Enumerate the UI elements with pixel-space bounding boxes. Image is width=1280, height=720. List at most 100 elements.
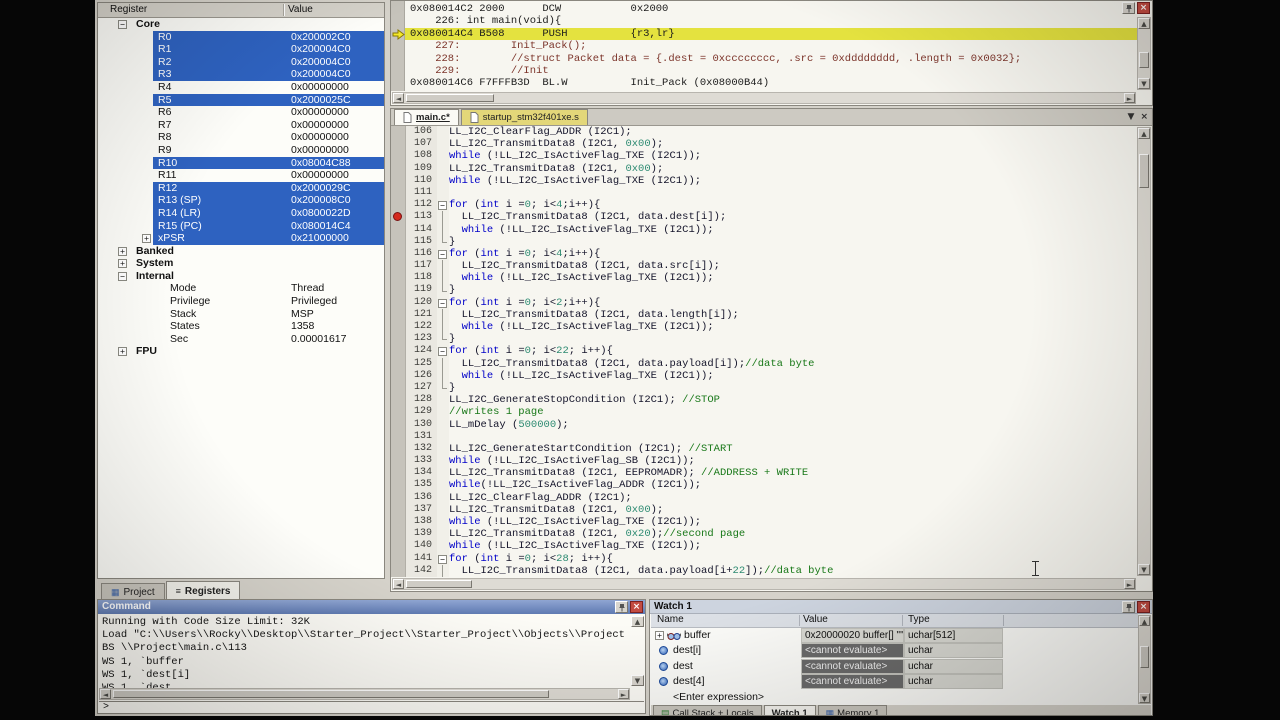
register-row-r3[interactable]: R30x200004C0 <box>98 68 384 81</box>
breakpoint-gutter[interactable] <box>391 565 406 577</box>
pin-icon[interactable] <box>1122 2 1135 14</box>
code-line-112[interactable]: 112−for (int i =0; i<4;i++){ <box>391 199 1137 211</box>
disassembly-line[interactable]: 0x080014C2 2000 DCW 0x2000 <box>391 3 1137 15</box>
expander-icon[interactable]: + <box>118 259 127 268</box>
code-line-119[interactable]: 119} <box>391 284 1137 296</box>
register-row-r1[interactable]: R10x200004C0 <box>98 43 384 56</box>
breakpoint-gutter[interactable] <box>391 260 406 272</box>
register-row-r5[interactable]: R50x2000025C <box>98 94 384 107</box>
scroll-left-icon[interactable]: ◄ <box>100 689 111 699</box>
disassembly-line[interactable]: 227: Init_Pack(); <box>391 40 1137 52</box>
watch-vscrollbar[interactable]: ▲ ▼ <box>1138 615 1151 704</box>
breakpoint-gutter[interactable] <box>391 467 406 479</box>
code-line-140[interactable]: 140while (!LL_I2C_IsActiveFlag_TXE (I2C1… <box>391 540 1137 552</box>
watch-titlebar[interactable]: Watch 1 × <box>650 600 1152 614</box>
close-document-icon[interactable]: × <box>1140 111 1148 123</box>
register-row-system[interactable]: +System <box>98 257 384 270</box>
register-row-r7[interactable]: R70x00000000 <box>98 119 384 132</box>
tab-registers[interactable]: ≡ Registers <box>166 581 241 600</box>
disassembly-line[interactable]: 229: //Init <box>391 65 1137 77</box>
breakpoint-gutter[interactable] <box>391 309 406 321</box>
code-line-130[interactable]: 130LL_mDelay (500000); <box>391 419 1137 431</box>
code-line-121[interactable]: 121 LL_I2C_TransmitData8 (I2C1, data.len… <box>391 309 1137 321</box>
breakpoint-gutter[interactable] <box>391 248 406 260</box>
scroll-up-icon[interactable]: ▲ <box>631 616 644 627</box>
breakpoint-gutter[interactable] <box>391 333 406 345</box>
fold-column[interactable]: − <box>437 345 449 357</box>
register-row-banked[interactable]: +Banked <box>98 245 384 258</box>
breakpoint-gutter[interactable] <box>391 150 406 162</box>
scroll-down-icon[interactable]: ▼ <box>1138 564 1150 575</box>
breakpoint-gutter[interactable] <box>391 479 406 491</box>
code-line-128[interactable]: 128LL_I2C_GenerateStopCondition (I2C1); … <box>391 394 1137 406</box>
scroll-up-icon[interactable]: ▲ <box>1139 616 1150 626</box>
close-icon[interactable]: × <box>630 601 643 613</box>
scroll-down-icon[interactable]: ▼ <box>631 675 644 686</box>
breakpoint-gutter[interactable] <box>391 504 406 516</box>
code-area[interactable]: 106LL_I2C_ClearFlag_ADDR (I2C1);107LL_I2… <box>391 126 1137 577</box>
scroll-right-icon[interactable]: ► <box>1124 93 1135 103</box>
disassembly-hscrollbar[interactable]: ◄ ► <box>392 92 1136 104</box>
breakpoint-gutter[interactable] <box>391 321 406 333</box>
code-line-139[interactable]: 139LL_I2C_TransmitData8 (I2C1, 0x20);//s… <box>391 528 1137 540</box>
watch-value-cell[interactable]: <cannot evaluate> <box>801 643 904 658</box>
tab-list-dropdown-icon[interactable]: ▼ <box>1128 111 1135 123</box>
breakpoint-gutter[interactable] <box>391 175 406 187</box>
breakpoint-gutter[interactable] <box>391 272 406 284</box>
code-line-141[interactable]: 141−for (int i =0; i<28; i++){ <box>391 553 1137 565</box>
register-row-r15-pc[interactable]: R15 (PC)0x080014C4 <box>98 220 384 233</box>
code-line-134[interactable]: 134LL_I2C_TransmitData8 (I2C1, EEPROMADR… <box>391 467 1137 479</box>
register-row-core[interactable]: −Core <box>98 18 384 31</box>
disassembly-margin[interactable] <box>391 1 405 91</box>
register-row-r8[interactable]: R80x00000000 <box>98 131 384 144</box>
disassembly-vscrollbar[interactable]: ▲ ▼ <box>1137 17 1151 90</box>
scroll-left-icon[interactable]: ◄ <box>393 579 404 589</box>
register-row-r6[interactable]: R60x00000000 <box>98 106 384 119</box>
watch-value-cell[interactable]: 0x20000020 buffer[] "" <box>801 628 904 643</box>
breakpoint-gutter[interactable] <box>391 455 406 467</box>
fold-column[interactable]: − <box>437 553 449 565</box>
code-line-117[interactable]: 117 LL_I2C_TransmitData8 (I2C1, data.src… <box>391 260 1137 272</box>
breakpoint-gutter[interactable] <box>391 394 406 406</box>
code-line-135[interactable]: 135while(!LL_I2C_IsActiveFlag_ADDR (I2C1… <box>391 479 1137 491</box>
command-hscrollbar[interactable]: ◄ ► <box>99 688 630 700</box>
breakpoint-gutter[interactable] <box>391 138 406 150</box>
register-row-r11[interactable]: R110x00000000 <box>98 169 384 182</box>
code-line-116[interactable]: 116−for (int i =0; i<4;i++){ <box>391 248 1137 260</box>
tab-call-stack-locals[interactable]: ▤ Call Stack + Locals <box>653 705 762 715</box>
breakpoint-gutter[interactable] <box>391 516 406 528</box>
code-line-127[interactable]: 127} <box>391 382 1137 394</box>
register-row-xpsr[interactable]: +xPSR0x21000000 <box>98 232 384 245</box>
breakpoint-gutter[interactable] <box>391 406 406 418</box>
register-row-r4[interactable]: R40x00000000 <box>98 81 384 94</box>
disassembly-line[interactable]: 0x080014C6 F7FFFB3D BL.W Init_Pack (0x08… <box>391 77 1137 89</box>
code-line-111[interactable]: 111 <box>391 187 1137 199</box>
editor-hscrollbar[interactable]: ◄ ► <box>392 578 1136 590</box>
watch-value-cell[interactable]: <cannot evaluate> <box>801 659 904 674</box>
breakpoint-gutter[interactable] <box>391 126 406 138</box>
expander-icon[interactable]: − <box>118 20 127 29</box>
scroll-right-icon[interactable]: ► <box>618 689 629 699</box>
expander-icon[interactable]: − <box>118 272 127 281</box>
disassembly-listing[interactable]: 0x080014C2 2000 DCW 0x2000 226: int main… <box>391 3 1137 91</box>
breakpoint-gutter[interactable] <box>391 211 406 223</box>
code-line-106[interactable]: 106LL_I2C_ClearFlag_ADDR (I2C1); <box>391 126 1137 138</box>
code-line-136[interactable]: 136LL_I2C_ClearFlag_ADDR (I2C1); <box>391 492 1137 504</box>
register-row-mode[interactable]: ModeThread <box>98 282 384 295</box>
breakpoint-gutter[interactable] <box>391 370 406 382</box>
breakpoint-gutter[interactable] <box>391 528 406 540</box>
breakpoint-gutter[interactable] <box>391 199 406 211</box>
watch-row-dest-4[interactable]: dest[4]<cannot evaluate>uchar <box>651 674 1138 689</box>
code-line-113[interactable]: 113 LL_I2C_TransmitData8 (I2C1, data.des… <box>391 211 1137 223</box>
code-line-118[interactable]: 118 while (!LL_I2C_IsActiveFlag_TXE (I2C… <box>391 272 1137 284</box>
breakpoint-gutter[interactable] <box>391 345 406 357</box>
fold-column[interactable]: − <box>437 248 449 260</box>
register-row-r9[interactable]: R90x00000000 <box>98 144 384 157</box>
breakpoint-icon[interactable] <box>393 212 402 221</box>
command-titlebar[interactable]: Command × <box>98 600 645 614</box>
code-line-125[interactable]: 125 LL_I2C_TransmitData8 (I2C1, data.pay… <box>391 358 1137 370</box>
code-line-108[interactable]: 108while (!LL_I2C_IsActiveFlag_TXE (I2C1… <box>391 150 1137 162</box>
watch-row-dest[interactable]: dest<cannot evaluate>uchar <box>651 659 1138 674</box>
scroll-down-icon[interactable]: ▼ <box>1139 693 1150 703</box>
code-line-132[interactable]: 132LL_I2C_GenerateStartCondition (I2C1);… <box>391 443 1137 455</box>
